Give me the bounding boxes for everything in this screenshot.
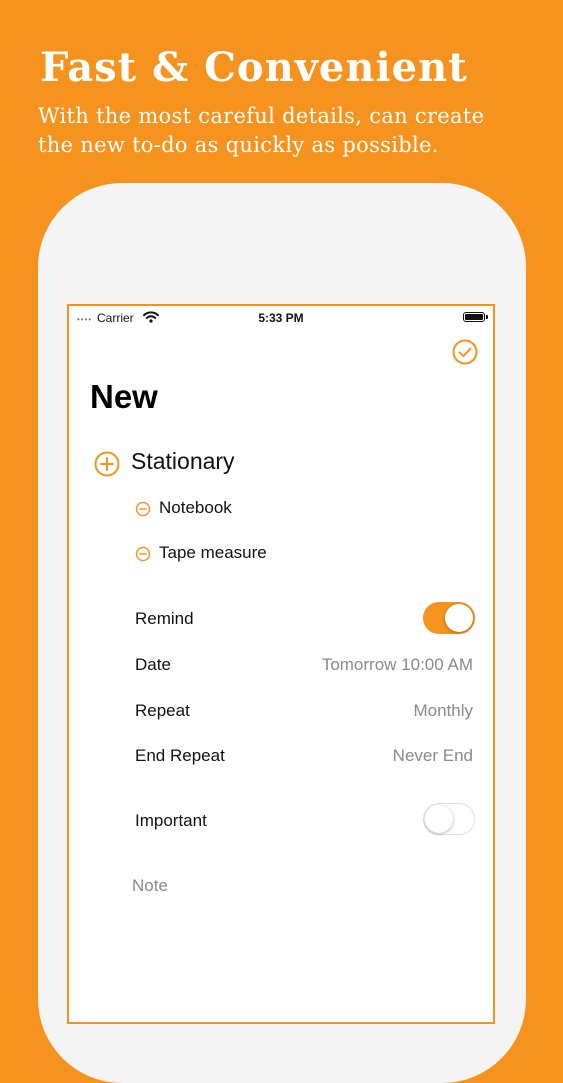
toggle-knob [445, 604, 473, 632]
remind-label: Remind [135, 609, 194, 628]
promo-headline: Fast & Convenient [40, 44, 468, 91]
checkmark-circle-icon[interactable] [451, 338, 479, 366]
plus-circle-icon[interactable] [93, 450, 121, 478]
page-title: New [90, 378, 158, 415]
status-bar: •••• Carrier 5:33 PM [69, 306, 493, 330]
status-time: 5:33 PM [258, 311, 304, 325]
repeat-value[interactable]: Monthly [413, 701, 473, 721]
minus-circle-icon[interactable] [135, 501, 151, 517]
battery-full-icon [463, 312, 488, 322]
list-item-label: Tape measure [159, 543, 267, 562]
group-name[interactable]: Stationary [131, 448, 235, 475]
remind-toggle[interactable] [423, 602, 475, 634]
app-screen: •••• Carrier 5:33 PM New Stationary Note… [67, 304, 495, 1024]
end-repeat-label: End Repeat [135, 746, 225, 765]
toggle-knob [425, 805, 453, 833]
important-label: Important [135, 811, 207, 830]
note-field[interactable]: Note [132, 876, 168, 896]
minus-circle-icon[interactable] [135, 546, 151, 562]
date-label: Date [135, 655, 171, 674]
end-repeat-value[interactable]: Never End [393, 746, 473, 766]
list-item-label: Notebook [159, 498, 232, 517]
promo-subtitle: With the most careful details, can creat… [38, 102, 538, 160]
date-value[interactable]: Tomorrow 10:00 AM [322, 655, 473, 675]
important-toggle[interactable] [423, 803, 475, 835]
repeat-label: Repeat [135, 701, 190, 720]
promo-subtitle-line-2: the new to-do as quickly as possible. [38, 133, 439, 157]
promo-subtitle-line-1: With the most careful details, can creat… [38, 104, 485, 128]
